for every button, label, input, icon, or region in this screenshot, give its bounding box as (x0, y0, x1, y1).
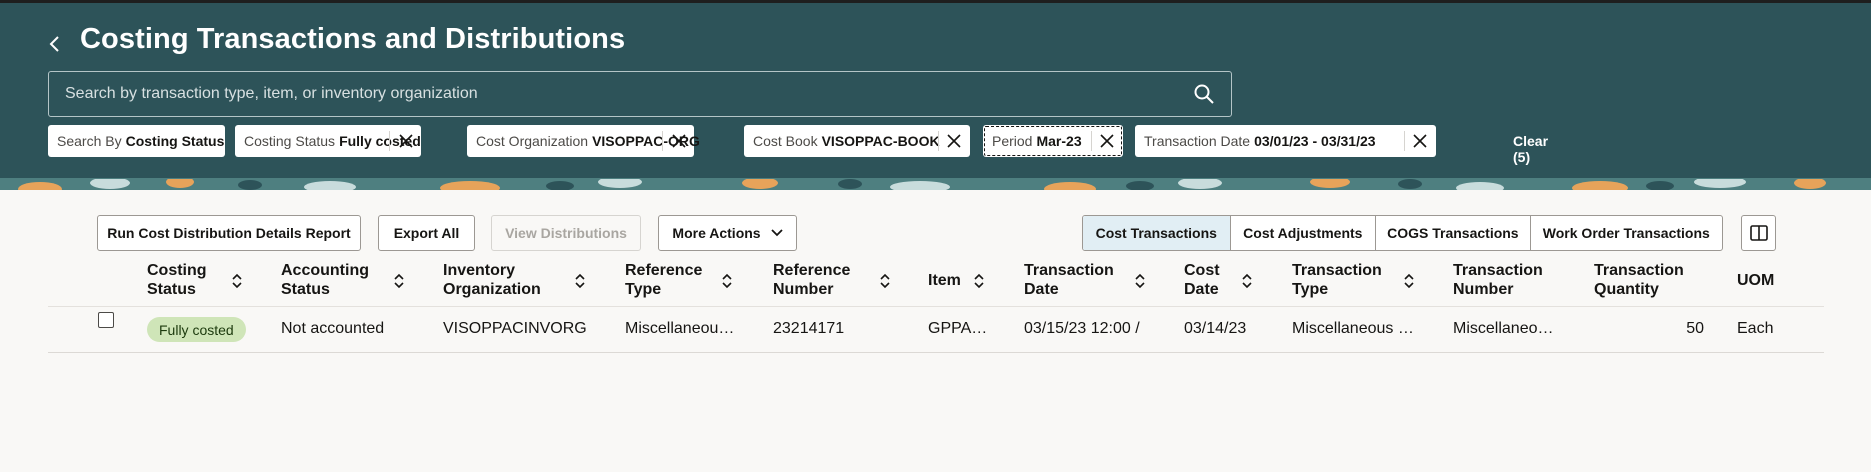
sort-icon[interactable] (721, 272, 733, 290)
search-placeholder: Search by transaction type, item, or inv… (65, 85, 478, 102)
sort-icon[interactable] (1134, 272, 1146, 290)
page-header: Costing Transactions and Distributions S… (0, 3, 1871, 178)
sort-icon[interactable] (1241, 272, 1253, 290)
cell-transaction-number: Miscellaneo… (1453, 320, 1554, 337)
cell-cost-date: 03/14/23 (1184, 320, 1247, 337)
column-header-item[interactable]: Item (928, 271, 961, 290)
filter-label: Cost Book (753, 133, 818, 149)
filter-chip-period[interactable]: Period Mar-23 (983, 125, 1123, 157)
sort-icon[interactable] (231, 272, 243, 290)
column-header-costing-status[interactable]: Costing Status (147, 261, 207, 299)
column-header-transaction-number[interactable]: Transaction Number (1453, 261, 1543, 299)
sort-icon[interactable] (1403, 272, 1415, 290)
close-icon[interactable] (1099, 133, 1115, 149)
export-all-button[interactable]: Export All (378, 215, 475, 251)
filter-chip-transaction-date[interactable]: Transaction Date 03/01/23 - 03/31/23 (1135, 125, 1436, 157)
tab-cost-adjustments[interactable]: Cost Adjustments (1229, 216, 1376, 250)
close-icon[interactable] (671, 133, 687, 149)
filter-label: Transaction Date (1144, 133, 1251, 149)
cell-inventory-organization: VISOPPACINVORG (443, 320, 587, 337)
split-panel-icon (1749, 225, 1768, 241)
sort-icon[interactable] (973, 272, 985, 290)
page-title: Costing Transactions and Distributions (80, 23, 626, 55)
column-header-accounting-status[interactable]: Accounting Status (281, 261, 369, 299)
chip-divider (1091, 131, 1092, 151)
filter-label: Search By (57, 133, 122, 149)
status-badge: Fully costed (147, 317, 246, 342)
tab-work-order-transactions[interactable]: Work Order Transactions (1529, 216, 1722, 250)
column-header-transaction-quantity[interactable]: Transaction Quantity (1594, 261, 1684, 299)
filter-value: Costing Status (125, 133, 225, 149)
filter-chip-search-by[interactable]: Search By Costing Status (48, 125, 225, 157)
search-icon[interactable] (1193, 83, 1215, 105)
filter-value: 03/01/23 - 03/31/23 (1254, 133, 1376, 149)
filter-value: VISOPPAC-BOOK (821, 133, 940, 149)
table-header: Costing Status Accounting Status Invento… (48, 256, 1824, 307)
filter-label: Cost Organization (476, 133, 589, 149)
actions-toolbar: Run Cost Distribution Details Report Exp… (0, 215, 1871, 251)
chip-divider (662, 131, 663, 151)
panel-toggle-button[interactable] (1741, 215, 1776, 251)
run-cost-distribution-report-button[interactable]: Run Cost Distribution Details Report (97, 215, 361, 251)
filter-value: Mar-23 (1036, 133, 1082, 149)
row-select-checkbox[interactable] (98, 312, 114, 328)
sort-icon[interactable] (879, 272, 891, 290)
chip-divider (938, 131, 939, 151)
sort-icon[interactable] (393, 272, 405, 290)
cell-accounting-status: Not accounted (281, 320, 385, 337)
column-header-cost-date[interactable]: Cost Date (1184, 261, 1220, 299)
filter-chip-costing-status[interactable]: Costing Status Fully costed (235, 125, 421, 157)
more-actions-button[interactable]: More Actions (658, 215, 797, 251)
more-actions-label: More Actions (672, 225, 761, 241)
cell-transaction-quantity: 50 (1686, 320, 1704, 337)
chevron-left-icon (49, 36, 59, 52)
close-icon[interactable] (1412, 133, 1428, 149)
filter-chip-cost-book[interactable]: Cost Book VISOPPAC-BOOK (744, 125, 970, 157)
back-button[interactable] (44, 27, 66, 61)
filter-label: Costing Status (244, 133, 336, 149)
cell-transaction-date: 03/15/23 12:00 / (1024, 320, 1140, 337)
sort-icon[interactable] (574, 272, 586, 290)
tab-cogs-transactions[interactable]: COGS Transactions (1375, 216, 1530, 250)
chip-divider (389, 131, 390, 151)
banner-pattern-image (0, 178, 1871, 190)
filter-chip-cost-organization[interactable]: Cost Organization VISOPPAC-ORG (467, 125, 700, 157)
tab-cost-transactions[interactable]: Cost Transactions (1083, 216, 1230, 250)
cell-item: GPPA… (928, 320, 988, 337)
search-input[interactable]: Search by transaction type, item, or inv… (48, 71, 1232, 117)
view-switcher: Cost Transactions Cost Adjustments COGS … (1082, 215, 1723, 251)
filter-label: Period (992, 133, 1033, 149)
column-header-inventory-organization[interactable]: Inventory Organization (443, 261, 541, 299)
table-row[interactable]: Fully costed Not accounted VISOPPACINVOR… (48, 307, 1824, 353)
chevron-down-icon (770, 229, 783, 237)
cell-transaction-type: Miscellaneous … (1292, 320, 1414, 337)
close-icon[interactable] (398, 133, 414, 149)
cell-reference-type: Miscellaneou… (625, 320, 735, 337)
column-header-transaction-date[interactable]: Transaction Date (1024, 261, 1114, 299)
close-icon[interactable] (946, 133, 962, 149)
view-distributions-button[interactable]: View Distributions (491, 215, 641, 251)
column-header-transaction-type[interactable]: Transaction Type (1292, 261, 1382, 299)
chip-divider (1404, 131, 1405, 151)
decorative-banner (0, 178, 1871, 190)
column-header-reference-type[interactable]: Reference Type (625, 261, 702, 299)
column-header-reference-number[interactable]: Reference Number (773, 261, 850, 299)
cell-reference-number: 23214171 (773, 320, 845, 337)
cell-uom: Each (1737, 320, 1774, 337)
column-header-uom[interactable]: UOM (1737, 271, 1774, 290)
clear-filters-button[interactable]: Clear (5) (1513, 133, 1548, 165)
